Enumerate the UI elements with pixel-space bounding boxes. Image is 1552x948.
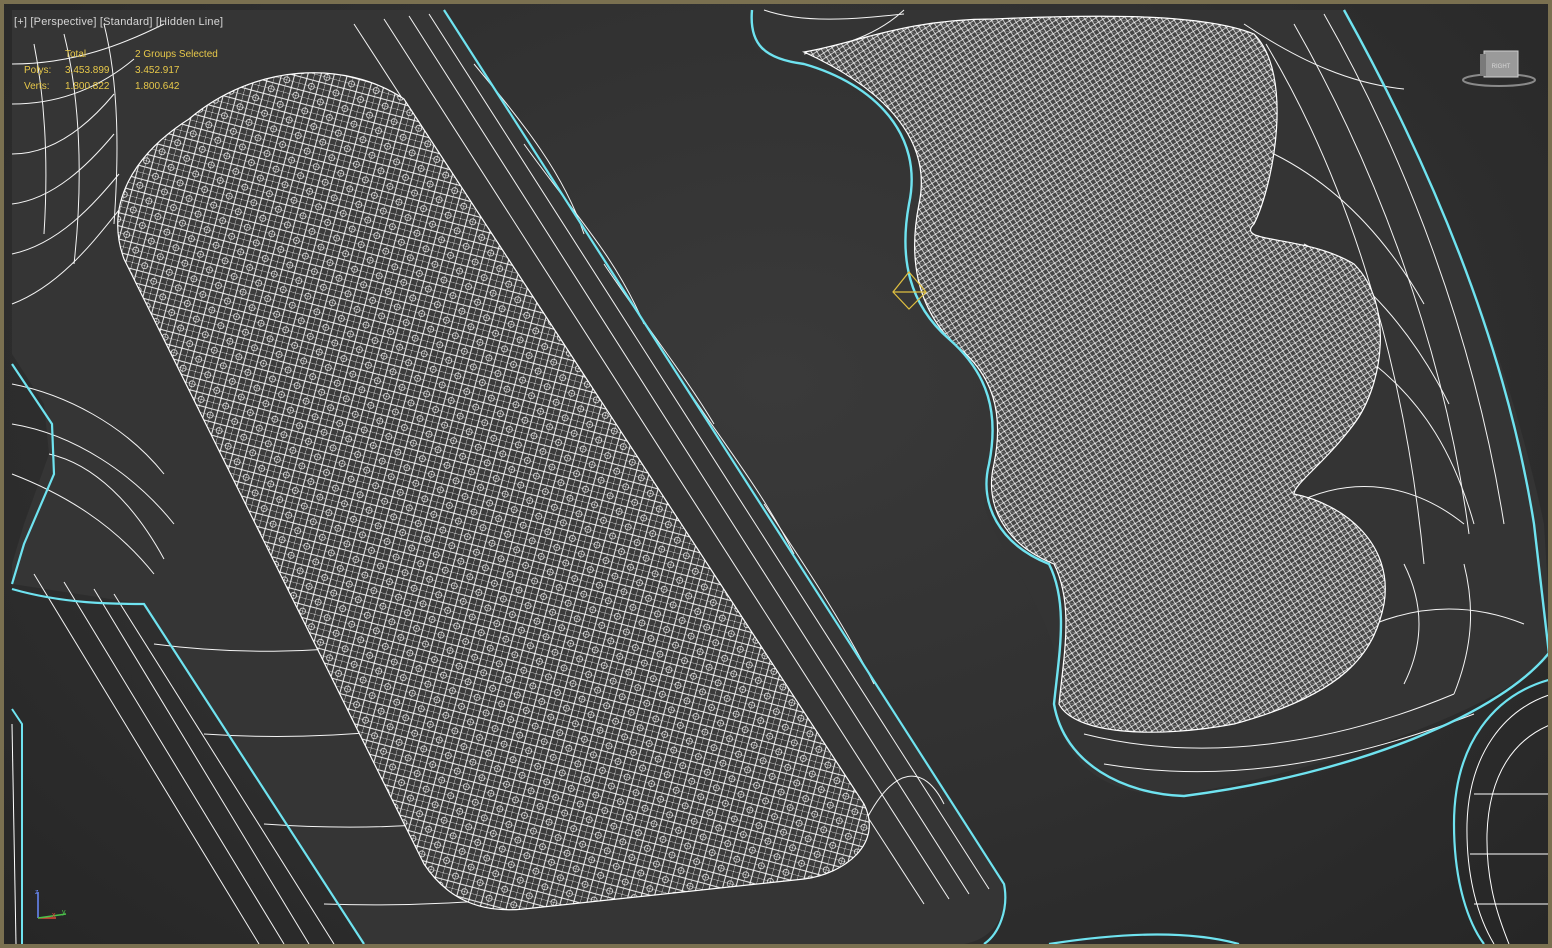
stats-verts-row: Verts: 1.800.822 1.800.642 [24,79,245,95]
viewcube[interactable]: RIGHT [1462,48,1536,90]
stats-polys-total: 3.453.899 [65,65,110,76]
stats-polys-row: Polys: 3.453.899 3.452.917 [24,63,245,79]
stats-polys-selected: 3.452.917 [135,65,180,76]
statistics-overlay: Total 2 Groups Selected Polys: 3.453.899… [24,47,245,95]
perspective-viewport[interactable]: [+] [Perspective] [Standard] [Hidden Lin… [0,0,1552,948]
stats-verts-total: 1.800.822 [65,81,110,92]
viewport-menu-plus[interactable]: [+] [14,16,27,28]
axis-z-label: z [35,889,39,896]
stats-verts-selected: 1.800.642 [135,81,180,92]
wireframe-scene[interactable] [4,4,1552,948]
stats-selected-header: 2 Groups Selected [135,49,218,60]
viewport-menu-display[interactable]: [Hidden Line] [156,16,223,28]
viewcube-face-label[interactable]: RIGHT [1492,64,1511,70]
viewport-menu-shading[interactable]: [Standard] [100,16,153,28]
stats-header: Total 2 Groups Selected [24,47,245,63]
axis-tripod: z x y [35,889,67,919]
stats-polys-label: Polys: [24,65,52,76]
stats-total-header: Total [65,49,87,60]
axis-x-label: x [52,912,56,919]
stats-verts-label: Verts: [24,81,50,92]
viewport-label: [+] [Perspective] [Standard] [Hidden Lin… [14,16,223,28]
axis-y-label: y [62,909,66,916]
viewport-menu-pov[interactable]: [Perspective] [30,16,96,28]
left-grip-mesh[interactable] [10,9,1007,944]
